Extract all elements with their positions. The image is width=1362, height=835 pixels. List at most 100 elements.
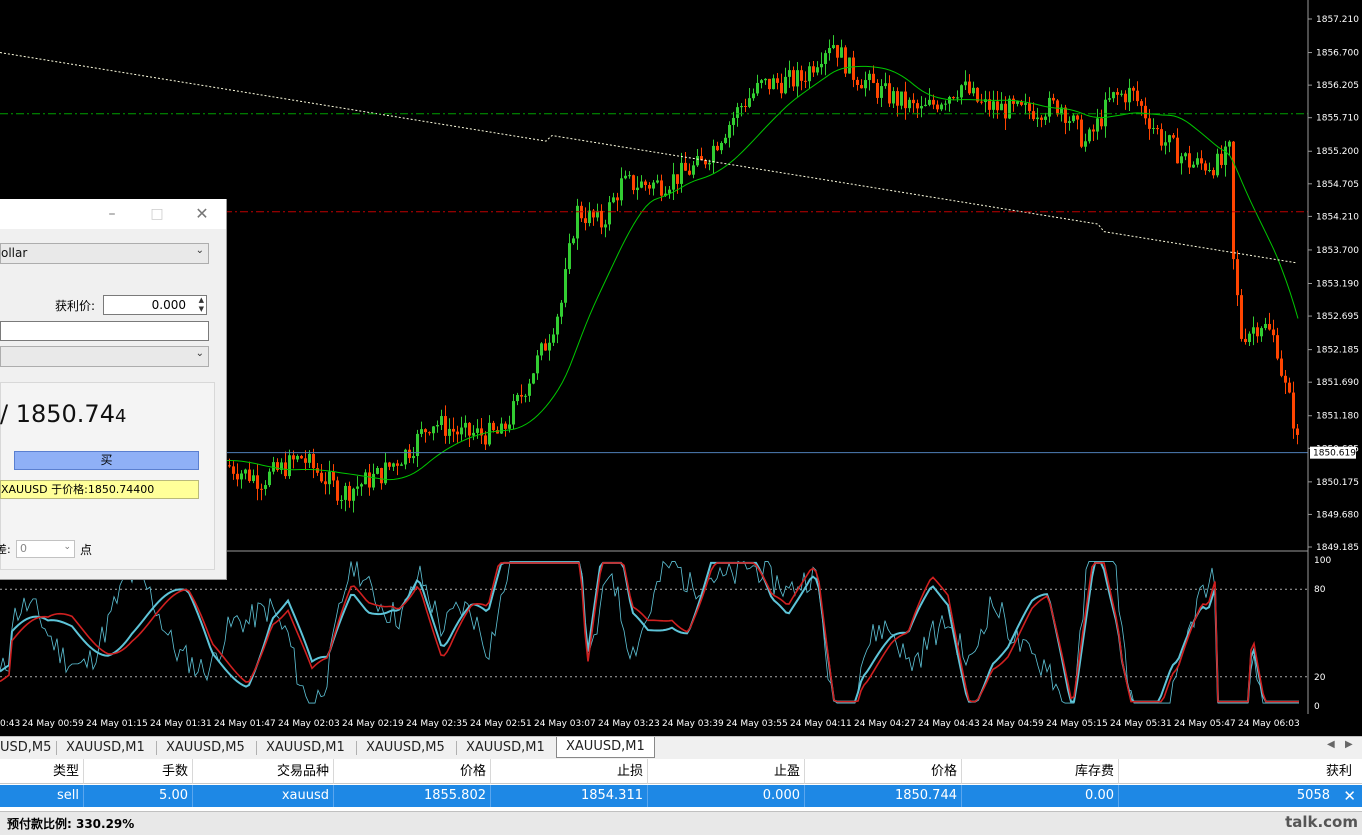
bull-candle — [784, 76, 787, 94]
maximize-icon[interactable]: □ — [148, 205, 166, 223]
tab-xauusd-m1[interactable]: XAUUSD,M1 — [66, 737, 145, 759]
bear-candle — [896, 91, 899, 106]
bull-candle — [392, 463, 395, 467]
col-header-volume[interactable]: 手数 — [84, 759, 193, 784]
bear-candle — [1136, 90, 1139, 102]
bear-candle — [1212, 170, 1215, 176]
bull-candle — [680, 162, 683, 184]
close-icon[interactable]: ✕ — [193, 205, 211, 223]
bear-candle — [1032, 111, 1035, 120]
table-row[interactable]: sell 5.00 xauusd 1855.802 1854.311 0.000… — [0, 785, 1362, 807]
bear-candle — [600, 210, 603, 228]
cell-profit: 5058 — [1296, 788, 1330, 803]
bear-candle — [380, 468, 383, 484]
bear-candle — [1116, 92, 1119, 95]
col-header-open-price[interactable]: 价格 — [334, 759, 491, 784]
bull-candle — [576, 205, 579, 239]
cell-swap: 0.00 — [962, 785, 1119, 807]
bull-candle — [1024, 103, 1027, 105]
scroll-left-icon[interactable]: ◀ — [1327, 739, 1335, 750]
bull-candle — [624, 175, 627, 179]
bear-candle — [1140, 101, 1143, 106]
bull-candle — [840, 47, 843, 58]
bull-candle — [436, 425, 439, 427]
col-header-symbol[interactable]: 交易品种 — [193, 759, 334, 784]
order-dialog[interactable]: – □ ✕ ollar ⌄ 获利价: 0.000 ▲ ▼ ⌄ / 1850.744… — [0, 199, 227, 580]
bull-candle — [540, 343, 543, 356]
bear-candle — [904, 91, 907, 109]
bear-candle — [1292, 392, 1295, 429]
bear-candle — [1232, 141, 1235, 260]
bull-candle — [536, 355, 539, 374]
bear-candle — [1172, 135, 1175, 138]
bear-candle — [1040, 117, 1043, 120]
bear-candle — [932, 99, 935, 105]
bear-candle — [660, 180, 663, 196]
bear-candle — [1236, 259, 1239, 296]
bear-candle — [1256, 327, 1259, 337]
bull-candle — [612, 197, 615, 203]
bear-candle — [676, 174, 679, 184]
spinner-icon[interactable]: ▲ ▼ — [199, 296, 204, 314]
minimize-icon[interactable]: – — [103, 205, 121, 223]
tab-xauusd-m1[interactable]: XAUUSD,M1 — [266, 737, 345, 759]
bull-candle — [652, 182, 655, 189]
bull-candle — [412, 456, 415, 459]
bull-candle — [1260, 328, 1263, 337]
bull-candle — [1248, 333, 1251, 343]
comment-input[interactable] — [0, 321, 209, 341]
tab-xauusd-m5[interactable]: XAUUSD,M5 — [166, 737, 245, 759]
buy-button[interactable]: 买 — [14, 451, 199, 470]
scroll-right-icon[interactable]: ▶ — [1345, 739, 1353, 750]
bear-candle — [1156, 128, 1159, 130]
col-header-current-price[interactable]: 价格 — [805, 759, 962, 784]
tab-usd-m5[interactable]: USD,M5 — [0, 737, 51, 759]
type-select[interactable]: ⌄ — [0, 346, 209, 367]
bear-candle — [1064, 107, 1067, 123]
bull-candle — [692, 165, 695, 175]
time-label: 24 May 04:43 — [918, 719, 980, 729]
col-header-profit[interactable]: 获利 — [1119, 759, 1362, 784]
bull-candle — [604, 224, 607, 228]
bull-candle — [992, 101, 995, 110]
deviation-select[interactable]: 0 ⌄ — [16, 540, 75, 558]
bull-candle — [1068, 121, 1071, 123]
col-header-type[interactable]: 类型 — [0, 759, 84, 784]
bear-candle — [544, 343, 547, 351]
bear-candle — [1080, 119, 1083, 147]
bull-candle — [732, 117, 735, 125]
time-label: 24 May 04:27 — [854, 719, 916, 729]
bull-candle — [548, 342, 551, 351]
tab-separator — [156, 741, 157, 755]
bear-candle — [256, 475, 259, 489]
symbol-select[interactable]: ollar ⌄ — [0, 243, 209, 264]
col-header-swap[interactable]: 库存费 — [962, 759, 1119, 784]
bull-candle — [308, 453, 311, 463]
bull-candle — [1192, 164, 1195, 168]
ask-price: / 1850.744 — [0, 400, 126, 428]
bear-candle — [228, 465, 231, 467]
bull-candle — [696, 156, 699, 166]
time-label: 24 May 01:47 — [214, 719, 276, 729]
bull-candle — [1044, 116, 1047, 120]
tab-xauusd-m1[interactable]: XAUUSD,M1 — [466, 737, 545, 759]
bull-candle — [1252, 327, 1255, 334]
tab-xauusd-m1-active[interactable]: XAUUSD,M1 — [556, 737, 655, 758]
bear-candle — [292, 455, 295, 460]
bear-candle — [1240, 295, 1243, 339]
bear-candle — [1188, 153, 1191, 168]
take-profit-input[interactable]: 0.000 ▲ ▼ — [103, 295, 207, 315]
dialog-titlebar[interactable]: – □ ✕ — [0, 199, 226, 229]
time-label: 24 May 02:03 — [278, 719, 340, 729]
bear-candle — [1148, 118, 1151, 129]
price-label: 1854.705 — [1316, 180, 1359, 190]
bull-candle — [964, 81, 967, 86]
bull-candle — [908, 99, 911, 109]
bull-candle — [808, 66, 811, 82]
bear-candle — [936, 104, 939, 110]
col-header-stop-loss[interactable]: 止损 — [491, 759, 648, 784]
col-header-take-profit[interactable]: 止盈 — [648, 759, 805, 784]
osc-level-label: 100 — [1314, 556, 1331, 566]
close-position-icon[interactable]: ✕ — [1343, 785, 1356, 807]
tab-xauusd-m5[interactable]: XAUUSD,M5 — [366, 737, 445, 759]
